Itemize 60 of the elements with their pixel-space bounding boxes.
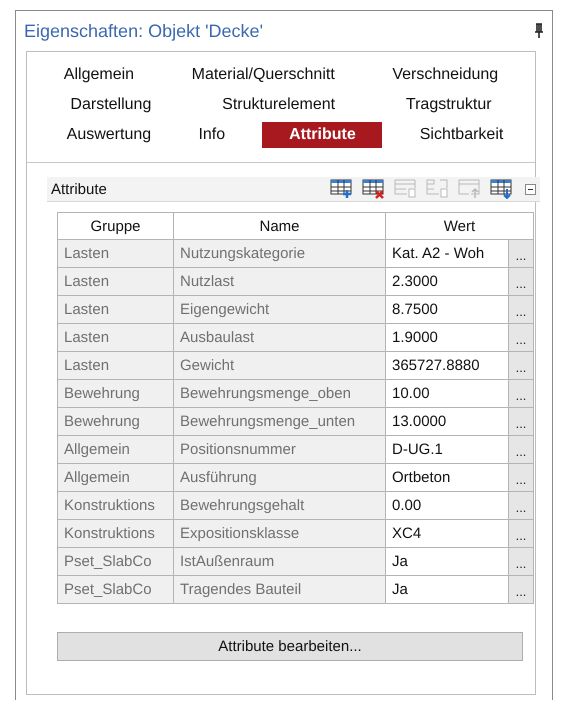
value-cell[interactable]: XC4 <box>386 520 508 548</box>
table-cell: Gewicht <box>174 352 386 380</box>
value-cell[interactable]: 10.00 <box>386 380 508 408</box>
table-cell: Expositionsklasse <box>174 520 386 548</box>
value-cell[interactable]: 13.0000 <box>386 408 508 436</box>
tab[interactable]: Tragstruktur <box>396 92 502 118</box>
value-cell[interactable]: Ortbeton <box>386 464 508 492</box>
section-title: Attribute <box>51 180 108 198</box>
table-down-arrow-icon[interactable] <box>490 179 513 199</box>
table-cell: Allgemein <box>58 436 174 464</box>
tab[interactable]: Sichtbarkeit <box>410 122 514 148</box>
window-title: Eigenschaften: Objekt 'Decke' <box>24 20 264 42</box>
column-header[interactable]: Gruppe <box>58 212 174 240</box>
table-cell: Konstruktions <box>58 492 174 520</box>
value-cell[interactable]: Kat. A2 - Woh <box>386 240 508 268</box>
column-header[interactable]: Wert <box>386 212 534 240</box>
table-cell: Konstruktions <box>58 520 174 548</box>
edit-attributes-button[interactable]: Attribute bearbeiten... <box>57 632 523 661</box>
collapse-icon[interactable] <box>525 184 536 194</box>
value-cell[interactable]: 365727.8880 <box>386 352 508 380</box>
column-header[interactable]: Name <box>174 212 386 240</box>
value-cell[interactable]: 8.7500 <box>386 296 508 324</box>
table-cell: Nutzungskategorie <box>174 240 386 268</box>
table-cell: Tragendes Bauteil <box>174 576 386 604</box>
table-cell: Pset_SlabCo <box>58 576 174 604</box>
tab[interactable]: Auswertung <box>56 122 162 148</box>
tab[interactable]: Strukturelement <box>212 92 346 118</box>
table-cell: Lasten <box>58 240 174 268</box>
table-cell: Lasten <box>58 268 174 296</box>
table-cell: Bewehrungsmenge_oben <box>174 380 386 408</box>
value-cell[interactable]: Ja <box>386 548 508 576</box>
table-cell: Lasten <box>58 324 174 352</box>
table-cell: Lasten <box>58 352 174 380</box>
pin-icon[interactable] <box>534 23 544 39</box>
table-cell: Bewehrungsmenge_unten <box>174 408 386 436</box>
table-cell: Lasten <box>58 296 174 324</box>
tab[interactable]: Verschneidung <box>382 62 508 88</box>
table-cell: Positionsnummer <box>174 436 386 464</box>
table-cell: Nutzlast <box>174 268 386 296</box>
table-cell: IstAußenraum <box>174 548 386 576</box>
tab[interactable]: Darstellung <box>60 92 162 118</box>
value-cell[interactable]: Ja <box>386 576 508 604</box>
table-cell: Ausbaulast <box>174 324 386 352</box>
table-add-icon[interactable] <box>330 179 353 199</box>
table-cell: Allgemein <box>58 464 174 492</box>
table-cell: Ausführung <box>174 464 386 492</box>
table-delete-icon[interactable] <box>362 179 385 199</box>
table-cell: Pset_SlabCo <box>58 548 174 576</box>
table-cell: Eigengewicht <box>174 296 386 324</box>
tab[interactable]: Attribute <box>262 122 382 148</box>
table-cell: Bewehrung <box>58 408 174 436</box>
tab[interactable]: Material/Querschnitt <box>182 62 345 88</box>
table-cell: Bewehrungsgehalt <box>174 492 386 520</box>
value-cell[interactable]: 0.00 <box>386 492 508 520</box>
value-cell[interactable]: 2.3000 <box>386 268 508 296</box>
value-cell[interactable]: D-UG.1 <box>386 436 508 464</box>
tab[interactable]: Allgemein <box>54 62 144 88</box>
value-cell[interactable]: 1.9000 <box>386 324 508 352</box>
tab[interactable]: Info <box>188 122 236 148</box>
table-cell: Bewehrung <box>58 380 174 408</box>
